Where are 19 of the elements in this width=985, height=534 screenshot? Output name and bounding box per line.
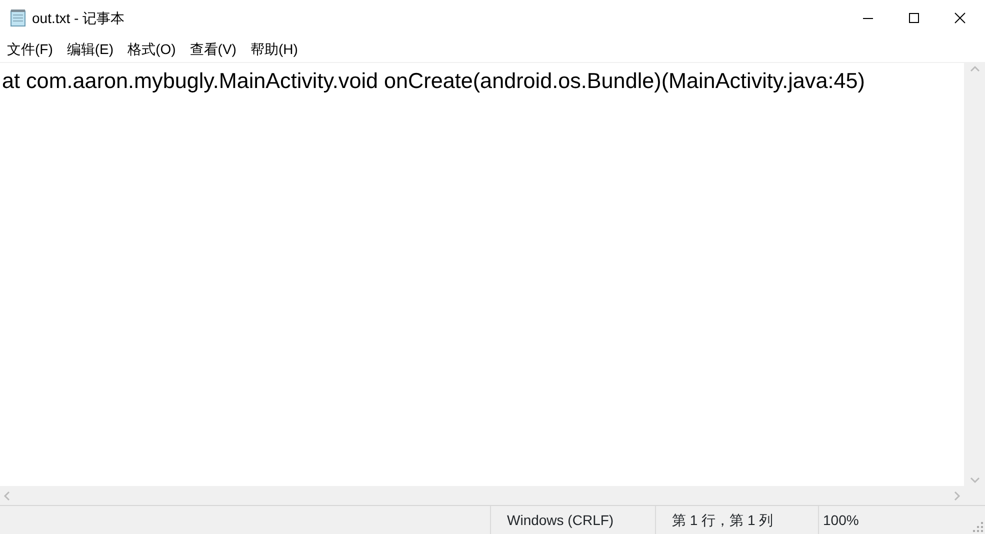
menu-item[interactable]: 编辑(E) xyxy=(62,38,123,60)
status-text: 100% xyxy=(818,506,968,534)
menu-item[interactable]: 文件(F) xyxy=(2,38,62,60)
scroll-right-icon[interactable] xyxy=(953,490,961,500)
menu-item[interactable]: 帮助(H) xyxy=(245,38,307,60)
scroll-left-icon[interactable] xyxy=(3,490,11,500)
close-icon xyxy=(954,12,966,24)
menu-item[interactable]: 格式(O) xyxy=(122,38,185,60)
window-title: out.txt - 记事本 xyxy=(32,8,125,28)
status-text: 第 1 行，第 1 列 xyxy=(655,506,818,534)
maximize-icon xyxy=(908,12,920,24)
scroll-down-icon[interactable] xyxy=(970,476,980,484)
status-text: Windows (CRLF) xyxy=(490,506,655,534)
scroll-up-icon[interactable] xyxy=(970,65,980,73)
horizontal-scrollbar[interactable] xyxy=(0,486,964,505)
vertical-scrollbar[interactable] xyxy=(964,63,985,486)
resize-grip-icon xyxy=(973,522,983,532)
notepad-icon xyxy=(10,9,26,27)
menu-item[interactable]: 查看(V) xyxy=(184,38,246,60)
